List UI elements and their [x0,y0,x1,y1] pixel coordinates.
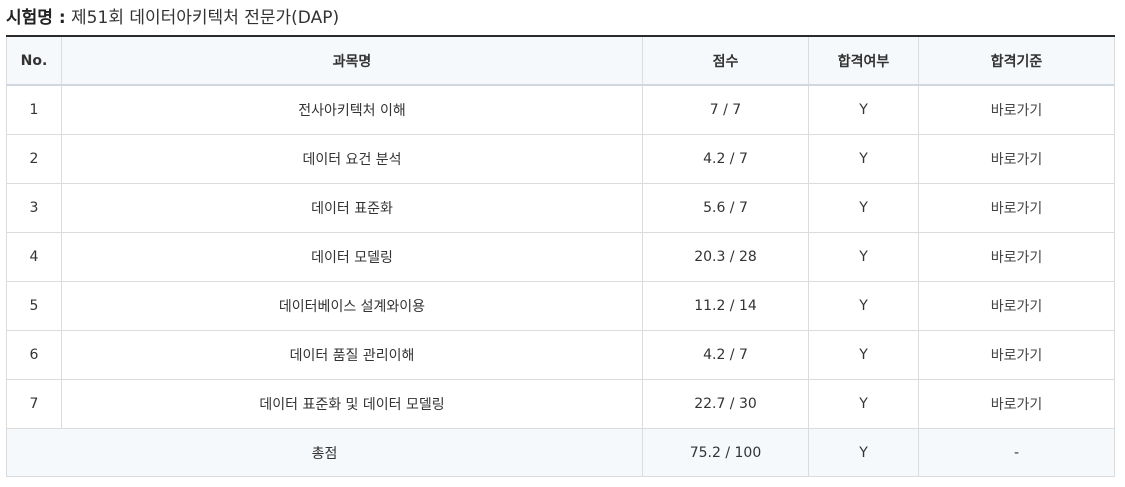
criteria-link[interactable]: 바로가기 [991,152,1043,168]
row-score: 20.3 / 28 [642,232,809,282]
criteria-link[interactable]: 바로가기 [991,250,1043,266]
header-score: 점수 [642,35,809,86]
header-pass: 합격여부 [808,35,919,86]
row-criteria-link-cell: 바로가기 [918,379,1115,429]
row-no: 5 [6,281,62,331]
row-pass: Y [808,379,919,429]
row-criteria-link-cell: 바로가기 [918,330,1115,380]
row-criteria-link-cell: 바로가기 [918,134,1115,184]
exam-title-label: 시험명 : [6,8,66,28]
row-no: 2 [6,134,62,184]
score-table: No. 과목명 점수 합격여부 합격기준 1 전사아키텍처 이해 7 / 7 Y… [6,35,1115,477]
row-subject: 데이터 요건 분석 [61,134,643,184]
total-pass: Y [808,428,919,477]
total-score: 75.2 / 100 [642,428,809,477]
row-score: 4.2 / 7 [642,134,809,184]
row-pass: Y [808,183,919,233]
exam-title: 시험명 : 제51회 데이터아키텍처 전문가(DAP) [6,6,339,30]
row-no: 1 [6,84,62,135]
row-criteria-link-cell: 바로가기 [918,232,1115,282]
criteria-link[interactable]: 바로가기 [991,348,1043,364]
row-criteria-link-cell: 바로가기 [918,84,1115,135]
row-score: 4.2 / 7 [642,330,809,380]
table-row: 5 데이터베이스 설계와이용 11.2 / 14 Y 바로가기 [6,281,1115,331]
row-subject: 데이터 표준화 및 데이터 모델링 [61,379,643,429]
header-criteria: 합격기준 [918,35,1115,86]
criteria-link[interactable]: 바로가기 [991,201,1043,217]
row-criteria-link-cell: 바로가기 [918,183,1115,233]
exam-result-panel: 시험명 : 제51회 데이터아키텍처 전문가(DAP) No. 과목명 점수 합… [0,0,1125,487]
criteria-link[interactable]: 바로가기 [991,397,1043,413]
table-row: 1 전사아키텍처 이해 7 / 7 Y 바로가기 [6,84,1115,135]
row-subject: 데이터 모델링 [61,232,643,282]
header-no: No. [6,35,62,86]
row-score: 7 / 7 [642,84,809,135]
row-no: 4 [6,232,62,282]
row-pass: Y [808,134,919,184]
total-criteria: - [918,428,1115,477]
row-pass: Y [808,281,919,331]
row-no: 6 [6,330,62,380]
row-subject: 데이터 품질 관리이해 [61,330,643,380]
table-header-row: No. 과목명 점수 합격여부 합격기준 [6,35,1115,86]
row-no: 7 [6,379,62,429]
criteria-link[interactable]: 바로가기 [991,299,1043,315]
row-pass: Y [808,330,919,380]
row-pass: Y [808,84,919,135]
row-subject: 전사아키텍처 이해 [61,84,643,135]
table-row: 7 데이터 표준화 및 데이터 모델링 22.7 / 30 Y 바로가기 [6,379,1115,429]
row-score: 5.6 / 7 [642,183,809,233]
row-subject: 데이터베이스 설계와이용 [61,281,643,331]
exam-title-name: 제51회 데이터아키텍처 전문가(DAP) [71,8,340,28]
total-row: 총점 75.2 / 100 Y - [6,428,1115,477]
table-row: 4 데이터 모델링 20.3 / 28 Y 바로가기 [6,232,1115,282]
row-no: 3 [6,183,62,233]
criteria-link[interactable]: 바로가기 [991,103,1043,119]
row-subject: 데이터 표준화 [61,183,643,233]
row-score: 22.7 / 30 [642,379,809,429]
table-row: 2 데이터 요건 분석 4.2 / 7 Y 바로가기 [6,134,1115,184]
table-row: 6 데이터 품질 관리이해 4.2 / 7 Y 바로가기 [6,330,1115,380]
row-criteria-link-cell: 바로가기 [918,281,1115,331]
header-subject: 과목명 [61,35,643,86]
total-label: 총점 [6,428,643,477]
row-pass: Y [808,232,919,282]
row-score: 11.2 / 14 [642,281,809,331]
table-row: 3 데이터 표준화 5.6 / 7 Y 바로가기 [6,183,1115,233]
